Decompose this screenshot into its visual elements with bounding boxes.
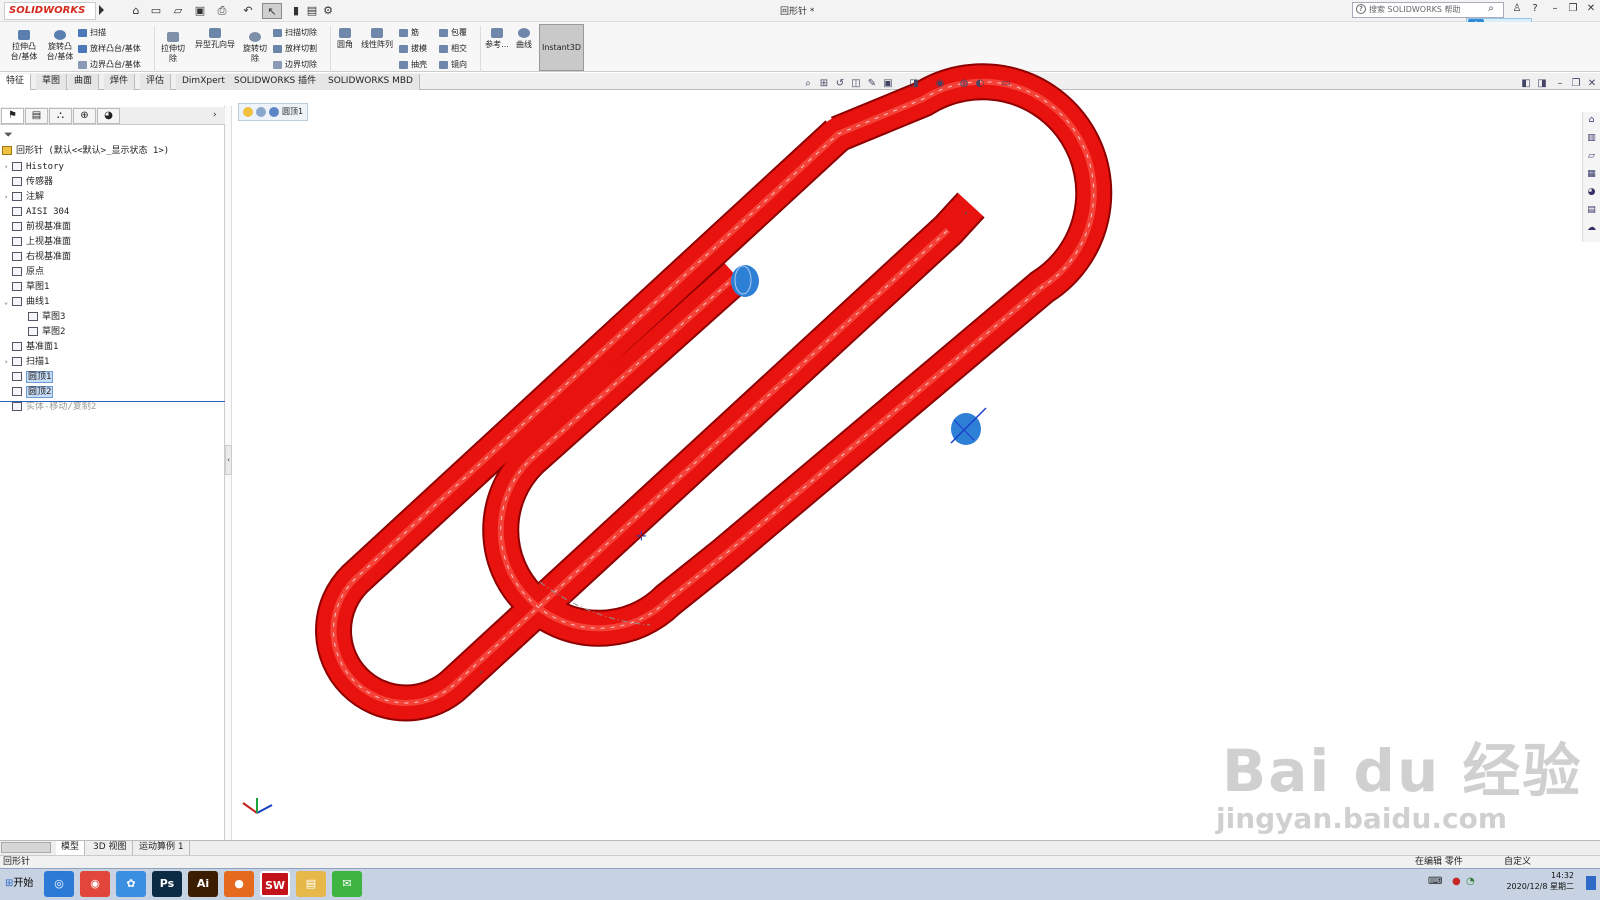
- apply-scene-icon[interactable]: ◐: [974, 78, 986, 90]
- appearances-icon[interactable]: ◕: [1585, 186, 1598, 199]
- solidworks-resources-icon[interactable]: ⌂: [1585, 114, 1598, 127]
- baidu-watermark: Bai du 经验 jingyan.baidu.com: [1216, 724, 1583, 835]
- tray-network-icon[interactable]: ◔: [1466, 876, 1475, 887]
- bottom-tab-bar: [0, 840, 1600, 855]
- bottom-tab-2[interactable]: 运动算例 1: [134, 841, 190, 855]
- view-palette-icon[interactable]: ▦: [1585, 168, 1598, 181]
- keyboard-icon[interactable]: ⌨: [1428, 876, 1442, 887]
- view-settings-icon[interactable]: ▭: [1000, 78, 1012, 90]
- clip-wire-highlight: [330, 78, 1097, 706]
- view-orientation-icon[interactable]: ▣: [882, 78, 894, 90]
- custom-properties-icon[interactable]: ▤: [1585, 204, 1598, 217]
- browser-app[interactable]: ◎: [44, 871, 74, 897]
- dome-breadcrumb-icon: [269, 106, 279, 117]
- clock-time: 14:32: [1550, 871, 1574, 880]
- file-explorer-icon[interactable]: ▱: [1585, 150, 1598, 163]
- part-breadcrumb-icon: [243, 106, 253, 117]
- breadcrumb[interactable]: 圆顶1: [238, 103, 309, 121]
- wechat-app[interactable]: ✉: [332, 871, 362, 897]
- clip-wire[interactable]: [317, 65, 1111, 720]
- solidworks-app[interactable]: SW: [260, 871, 290, 897]
- bottom-tab-1[interactable]: 3D 视图: [88, 841, 133, 855]
- dynamic-annotation-icon[interactable]: ✎: [866, 78, 878, 90]
- clock[interactable]: 14:32 2020/12/8 星期二: [1496, 870, 1574, 892]
- status-units[interactable]: 自定义: [1504, 856, 1531, 868]
- body-breadcrumb-icon: [256, 106, 266, 117]
- origin-marker-icon: ⊹: [636, 529, 647, 544]
- tab-scroll-arrows[interactable]: [1, 842, 51, 853]
- start-button[interactable]: ⊞开始: [2, 871, 37, 897]
- section-view-icon[interactable]: ◫: [850, 78, 862, 90]
- photoshop-app[interactable]: Ps: [152, 871, 182, 897]
- viewport-restore-icon[interactable]: ❐: [1570, 78, 1582, 90]
- previous-view-icon[interactable]: ↺: [834, 78, 846, 90]
- status-editing: 在编辑 零件: [1415, 857, 1463, 867]
- baidu-netdisk-app[interactable]: ✿: [116, 871, 146, 897]
- display-style-icon[interactable]: ◨: [908, 78, 920, 90]
- viewport-minimize-icon[interactable]: –: [1554, 78, 1566, 90]
- status-document-name: 回形针: [3, 857, 31, 867]
- triad-axes-icon: [242, 798, 273, 814]
- explorer-app[interactable]: ▤: [296, 871, 326, 897]
- zoom-to-fit-icon[interactable]: ⌕: [802, 78, 814, 90]
- watermark-main: Bai du 经验: [1222, 737, 1583, 805]
- forum-icon[interactable]: ☁: [1585, 222, 1598, 235]
- sketch-point: [965, 212, 967, 214]
- clock-date: 2020/12/8 星期二: [1506, 882, 1574, 891]
- paper-clip-model[interactable]: ⊹: [315, 63, 1113, 722]
- sketch-point: [480, 671, 482, 673]
- tray-app-icon[interactable]: ●: [1452, 876, 1461, 887]
- edit-appearance-icon[interactable]: ◍: [958, 78, 970, 90]
- start-label: 开始: [13, 878, 34, 889]
- chrome-app[interactable]: ◉: [80, 871, 110, 897]
- zoom-area-icon[interactable]: ⊞: [818, 78, 830, 90]
- bottom-tab-0[interactable]: 模型: [56, 841, 86, 855]
- design-library-icon[interactable]: ▥: [1585, 132, 1598, 145]
- show-desktop-icon[interactable]: [1586, 876, 1596, 890]
- illustrator-app[interactable]: Ai: [188, 871, 218, 897]
- breadcrumb-label: 圆顶1: [282, 107, 304, 116]
- viewport-tile2-icon[interactable]: ◨: [1536, 78, 1548, 90]
- status-bar: 回形针 在编辑 零件 自定义: [0, 855, 1600, 868]
- sweep-path-centerline: [333, 81, 1095, 704]
- viewport-close-icon[interactable]: ✕: [1586, 78, 1598, 90]
- viewport-tile-icon[interactable]: ◧: [1520, 78, 1532, 90]
- firefox-app[interactable]: ●: [224, 871, 254, 897]
- hide-show-items-icon[interactable]: ◉: [934, 78, 946, 90]
